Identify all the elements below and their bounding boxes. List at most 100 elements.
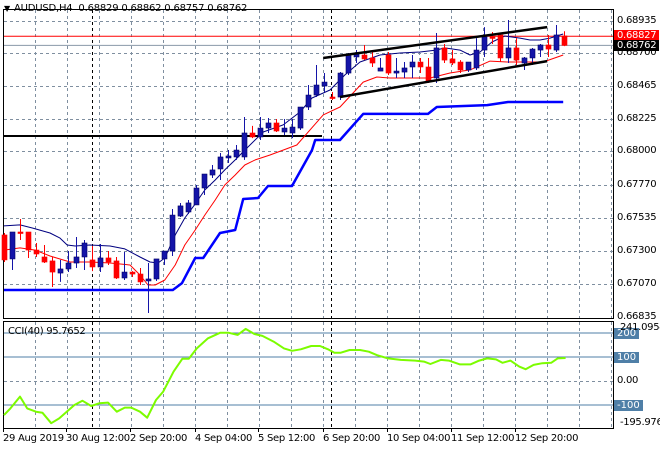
candle-bear [561,35,568,46]
candle-bull [169,214,176,252]
candle-bull [465,61,472,71]
candle-bear [441,47,448,61]
candle-bull [409,61,416,68]
candle-bull [337,72,344,98]
price-tick-label: 0.68000 [617,145,657,156]
candle-bear [417,61,424,68]
price-tick-label: 0.67770 [617,179,657,190]
time-label: 5 Sep 12:00 [258,433,316,444]
price-tick-label: 0.67535 [617,212,657,223]
bid-price-label: 0.68762 [614,40,660,51]
candle-bull [481,36,488,51]
symbol-label: AUDUSD,H4 [13,3,73,14]
time-label: 30 Aug 12:00 [66,433,130,444]
moving-average-fast [3,33,564,264]
candle-bull [81,242,88,258]
dropdown-triangle-icon[interactable]: ▼ [4,4,10,13]
time-label: 10 Sep 04:00 [387,433,451,444]
price-chart[interactable] [0,0,660,450]
candle-bear [1,234,8,261]
chart-header: ▼ AUDUSD,H4 0.68829 0.68862 0.68757 0.687… [4,3,247,14]
candle-bear [545,44,552,50]
candle-bear [497,34,504,59]
candle-bull [185,202,192,213]
moving-average-slow [3,54,564,286]
candle-bull [233,149,240,158]
candle-bear [457,61,464,71]
candle-bear [369,57,376,64]
candle-bull [65,262,72,270]
time-label: 4 Sep 04:00 [195,433,253,444]
candle-bull [257,127,264,138]
candle-bull [433,47,440,79]
price-tick-label: 0.68225 [617,113,657,124]
price-tick-label: 0.66835 [617,311,657,322]
candle-bear [105,257,112,263]
candle-bull [521,57,528,64]
candle-bear [113,260,120,279]
candle-bear [361,54,368,60]
cci-scale-min: -195.9766 [620,417,660,428]
candle-bull [161,250,168,260]
candle-bull [57,268,64,274]
candle-bull [505,47,512,59]
candle-bull [97,257,104,268]
candle-bull [473,49,480,69]
time-label: 2 Sep 20:00 [130,433,188,444]
candle-bull [217,156,224,170]
cci-level-0: 0.00 [617,375,639,386]
cci-level-minus-100: -100 [614,400,643,411]
candle-bull [177,205,184,217]
candle-bull [281,127,288,133]
candle-bull [393,70,400,74]
candle-bull [297,106,304,129]
candle-bull [225,155,232,159]
candle-bull [289,126,296,134]
candle-bear [273,122,280,132]
time-label: 11 Sep 12:00 [451,433,515,444]
open-value: 0.68829 [78,3,119,14]
candle-bear [425,66,432,83]
candle-bull [201,173,208,189]
candle-bear [33,249,40,255]
candle-bear [489,36,496,39]
cci-indicator-label: CCI(40) 95.7652 [8,326,86,337]
candle-bull [321,81,328,87]
candle-bull [401,67,408,73]
high-value: 0.68862 [121,3,162,14]
time-label: 12 Sep 20:00 [515,433,579,444]
candle-bear [17,231,24,234]
candle-bear [49,260,56,273]
cci-scale-max: 241.0954 [620,322,660,333]
candle-bull [265,122,272,129]
candle-bear [329,96,336,99]
candle-bull [345,54,352,74]
main-panel-frame [3,9,614,319]
time-label: 29 Aug 2019 [3,433,64,444]
candle-bear [89,259,96,268]
candle-bear [129,271,136,275]
candle-bear [25,231,32,251]
low-value: 0.68757 [164,3,205,14]
price-tick-label: 0.67070 [617,278,657,289]
candle-bull [121,271,128,279]
cci-panel-frame [3,321,614,429]
price-tick-label: 0.67300 [617,245,657,256]
candle-bull [305,94,312,108]
candle-bull [377,67,384,72]
candle-bull [529,48,536,59]
time-label: 6 Sep 20:00 [323,433,381,444]
candle-bear [41,256,48,263]
candle-bear [137,273,144,283]
close-value: 0.68762 [207,3,248,14]
price-tick-label: 0.68935 [617,15,657,26]
candle-bull [241,132,248,158]
candle-bull [193,187,200,206]
candle-bull [553,34,560,51]
candle-bull [313,84,320,96]
price-tick-label: 0.68465 [617,80,657,91]
chart-window[interactable]: ▼ AUDUSD,H4 0.68829 0.68862 0.68757 0.687… [0,0,660,450]
candle-bear [513,47,520,61]
candle-bull [209,169,216,176]
cci-line [3,327,566,425]
